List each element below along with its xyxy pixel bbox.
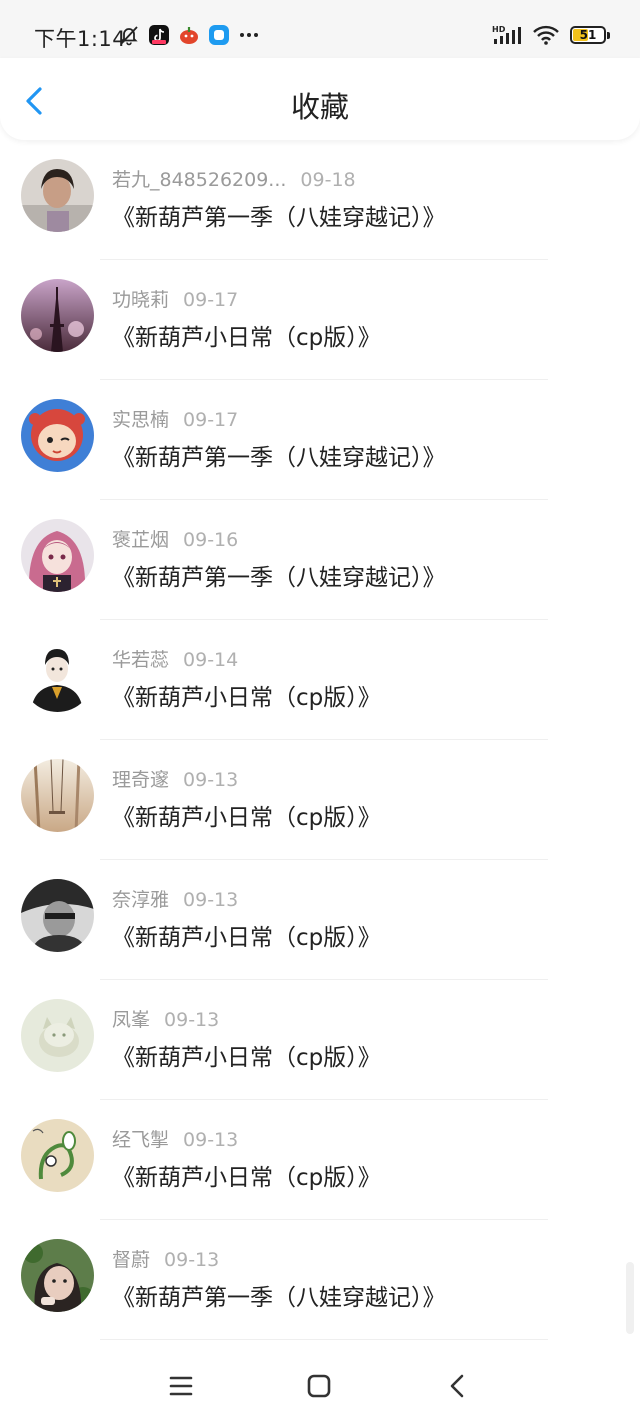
work-title[interactable]: 《新葫芦小日常（cp版）》 xyxy=(112,318,381,352)
item-meta: 经飞掣 09-13 xyxy=(112,1125,238,1152)
pale-cat-avatar-image xyxy=(21,999,94,1072)
battery-level-text: 51 xyxy=(579,28,597,42)
back-chevron-icon[interactable] xyxy=(440,1368,476,1404)
work-title[interactable]: 《新葫芦小日常（cp版）》 xyxy=(112,1038,381,1072)
avatar[interactable] xyxy=(21,399,94,472)
item-meta: 督蔚 09-13 xyxy=(112,1245,219,1272)
date-label: 09-16 xyxy=(183,529,239,551)
user-name[interactable]: 褒芷烟 xyxy=(112,529,169,551)
list-item[interactable]: 理奇邃 09-13 《新葫芦小日常（cp版）》 xyxy=(0,740,640,860)
date-label: 09-18 xyxy=(300,169,356,191)
item-meta: 奈淳雅 09-13 xyxy=(112,885,238,912)
user-name[interactable]: 奈淳雅 xyxy=(112,889,169,911)
item-meta: 实思楠 09-17 xyxy=(112,405,238,432)
page-title: 收藏 xyxy=(290,90,349,124)
list-item[interactable]: 督蔚 09-13 《新葫芦第一季（八娃穿越记）》 xyxy=(0,1220,640,1340)
avatar[interactable] xyxy=(21,759,94,832)
green-doodle-avatar-image xyxy=(21,1119,94,1192)
item-meta: 若九_848526209... 09-18 xyxy=(112,165,356,192)
user-name[interactable]: 凤峯 xyxy=(112,1009,150,1031)
girl-leaves-avatar-image xyxy=(21,1239,94,1312)
list-item[interactable]: 华若蕊 09-14 《新葫芦小日常（cp版）》 xyxy=(0,620,640,740)
work-title[interactable]: 《新葫芦小日常（cp版）》 xyxy=(112,918,381,952)
work-title[interactable]: 《新葫芦小日常（cp版）》 xyxy=(112,678,381,712)
date-label: 09-13 xyxy=(183,769,239,791)
boy-hoodie-avatar-image xyxy=(21,639,94,712)
work-title[interactable]: 《新葫芦第一季（八娃穿越记）》 xyxy=(112,438,446,472)
svg-text:HD: HD xyxy=(492,25,506,34)
list-item[interactable]: 若九_848526209... 09-18 《新葫芦第一季（八娃穿越记）》 xyxy=(0,140,640,260)
item-meta: 凤峯 09-13 xyxy=(112,1005,219,1032)
date-label: 09-13 xyxy=(164,1249,220,1271)
work-title[interactable]: 《新葫芦小日常（cp版）》 xyxy=(112,798,381,832)
user-name[interactable]: 理奇邃 xyxy=(112,769,169,791)
user-name[interactable]: 若九_848526209... xyxy=(112,169,286,191)
avatar[interactable] xyxy=(21,999,94,1072)
item-meta: 理奇邃 09-13 xyxy=(112,765,238,792)
girl-photo-avatar-image xyxy=(21,159,94,232)
scrollbar[interactable] xyxy=(626,1262,634,1334)
date-label: 09-13 xyxy=(183,889,239,911)
menu-icon[interactable] xyxy=(163,1368,199,1404)
item-meta: 褒芷烟 09-16 xyxy=(112,525,238,552)
date-label: 09-13 xyxy=(183,1129,239,1151)
status-time: 下午1:14 xyxy=(34,27,127,51)
list-item[interactable]: 实思楠 09-17 《新葫芦第一季（八娃穿越记）》 xyxy=(0,380,640,500)
work-title[interactable]: 《新葫芦第一季（八娃穿越记）》 xyxy=(112,1278,446,1312)
work-title[interactable]: 《新葫芦第一季（八娃穿越记）》 xyxy=(112,198,446,232)
avatar[interactable] xyxy=(21,159,94,232)
date-label: 09-13 xyxy=(164,1009,220,1031)
avatar[interactable] xyxy=(21,879,94,952)
header-bar: 收藏 xyxy=(0,58,640,140)
list-item[interactable]: 凤峯 09-13 《新葫芦小日常（cp版）》 xyxy=(0,980,640,1100)
anime-girl-avatar-image xyxy=(21,519,94,592)
tiktok-app-icon xyxy=(149,25,169,45)
user-name[interactable]: 功晓莉 xyxy=(112,289,169,311)
battery-cap xyxy=(607,32,610,39)
item-meta: 功晓莉 09-17 xyxy=(112,285,238,312)
status-right-icons: HD 51 xyxy=(492,24,610,46)
item-meta: 华若蕊 09-14 xyxy=(112,645,238,672)
forest-swing-avatar-image xyxy=(21,759,94,832)
home-square-icon[interactable] xyxy=(301,1368,337,1404)
user-name[interactable]: 督蔚 xyxy=(112,1249,150,1271)
battery-icon: 51 xyxy=(570,26,610,44)
pumpkin-app-icon xyxy=(180,27,198,44)
avatar[interactable] xyxy=(21,1239,94,1312)
favorites-list: 若九_848526209... 09-18 《新葫芦第一季（八娃穿越记）》 功晓莉… xyxy=(0,140,640,1340)
list-item[interactable]: 功晓莉 09-17 《新葫芦小日常（cp版）》 xyxy=(0,260,640,380)
eiffel-tower-avatar-image xyxy=(21,279,94,352)
user-name[interactable]: 华若蕊 xyxy=(112,649,169,671)
status-left-icons xyxy=(118,24,260,46)
more-dots-icon xyxy=(240,33,258,37)
wifi-icon xyxy=(533,25,559,45)
avatar[interactable] xyxy=(21,1119,94,1192)
avatar[interactable] xyxy=(21,279,94,352)
list-item[interactable]: 褒芷烟 09-16 《新葫芦第一季（八娃穿越记）》 xyxy=(0,500,640,620)
work-title[interactable]: 《新葫芦第一季（八娃穿越记）》 xyxy=(112,558,446,592)
hd-signal-icon: HD xyxy=(492,25,521,44)
mute-bell-icon xyxy=(120,26,138,46)
avatar[interactable] xyxy=(21,639,94,712)
avatar[interactable] xyxy=(21,519,94,592)
cartoon-girl-avatar-image xyxy=(21,399,94,472)
system-nav-bar xyxy=(0,1350,640,1422)
date-label: 09-17 xyxy=(183,289,239,311)
list-item[interactable]: 经飞掣 09-13 《新葫芦小日常（cp版）》 xyxy=(0,1100,640,1220)
bw-portrait-avatar-image xyxy=(21,879,94,952)
user-name[interactable]: 实思楠 xyxy=(112,409,169,431)
date-label: 09-17 xyxy=(183,409,239,431)
work-title[interactable]: 《新葫芦小日常（cp版）》 xyxy=(112,1158,381,1192)
list-item[interactable]: 奈淳雅 09-13 《新葫芦小日常（cp版）》 xyxy=(0,860,640,980)
date-label: 09-14 xyxy=(183,649,239,671)
user-name[interactable]: 经飞掣 xyxy=(112,1129,169,1151)
divider xyxy=(100,1339,548,1340)
blue-square-app-icon xyxy=(209,25,229,45)
